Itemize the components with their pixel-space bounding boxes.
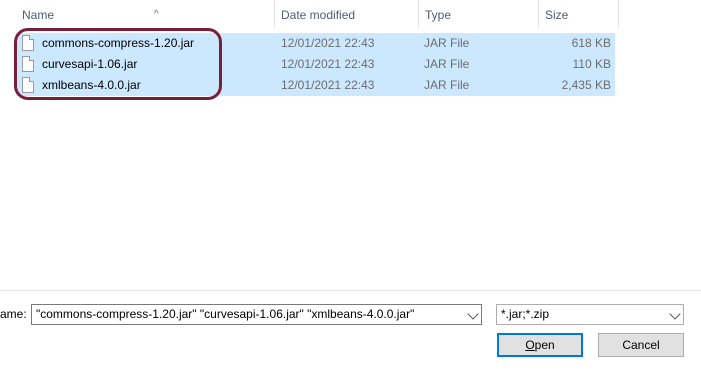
highlight-annotation bbox=[14, 28, 222, 100]
file-type: JAR File bbox=[424, 36, 470, 50]
sort-up-icon: ^ bbox=[154, 9, 159, 20]
file-date: 12/01/2021 22:43 bbox=[281, 57, 375, 71]
column-header-size[interactable]: Size bbox=[539, 0, 619, 28]
chevron-down-icon[interactable] bbox=[669, 308, 681, 320]
filename-value: "commons-compress-1.20.jar" "curvesapi-1… bbox=[36, 307, 415, 321]
filename-label: ame: bbox=[0, 307, 27, 321]
column-header-type[interactable]: Type bbox=[419, 0, 539, 28]
file-type-filter[interactable]: *.jar;*.zip bbox=[496, 304, 684, 325]
column-header-size-label: Size bbox=[545, 8, 569, 22]
cancel-button-label: Cancel bbox=[622, 338, 660, 352]
file-size: 618 KB bbox=[571, 36, 611, 50]
open-button[interactable]: Open bbox=[497, 333, 583, 357]
file-date: 12/01/2021 22:43 bbox=[281, 36, 375, 50]
column-header-date[interactable]: Date modified bbox=[275, 0, 419, 28]
column-header-name-label: Name bbox=[22, 8, 55, 22]
column-header-type-label: Type bbox=[425, 8, 452, 22]
file-size: 2,435 KB bbox=[561, 78, 611, 92]
column-header-name[interactable]: Name ^ bbox=[16, 0, 275, 28]
filename-combobox[interactable]: "commons-compress-1.20.jar" "curvesapi-1… bbox=[31, 304, 482, 325]
column-header-row: Name ^ Date modified Type Size bbox=[0, 0, 620, 28]
open-button-mnemonic: O bbox=[525, 338, 535, 352]
open-button-label: pen bbox=[534, 338, 555, 352]
file-list-pane[interactable]: Name ^ Date modified Type Size commons-c… bbox=[0, 0, 701, 291]
file-type: JAR File bbox=[424, 78, 470, 92]
column-header-date-label: Date modified bbox=[281, 8, 356, 22]
chevron-down-icon[interactable] bbox=[467, 308, 479, 320]
file-date: 12/01/2021 22:43 bbox=[281, 78, 375, 92]
file-type: JAR File bbox=[424, 57, 470, 71]
cancel-button[interactable]: Cancel bbox=[598, 333, 684, 357]
file-type-filter-value: *.jar;*.zip bbox=[501, 307, 550, 321]
file-size: 110 KB bbox=[572, 57, 611, 71]
